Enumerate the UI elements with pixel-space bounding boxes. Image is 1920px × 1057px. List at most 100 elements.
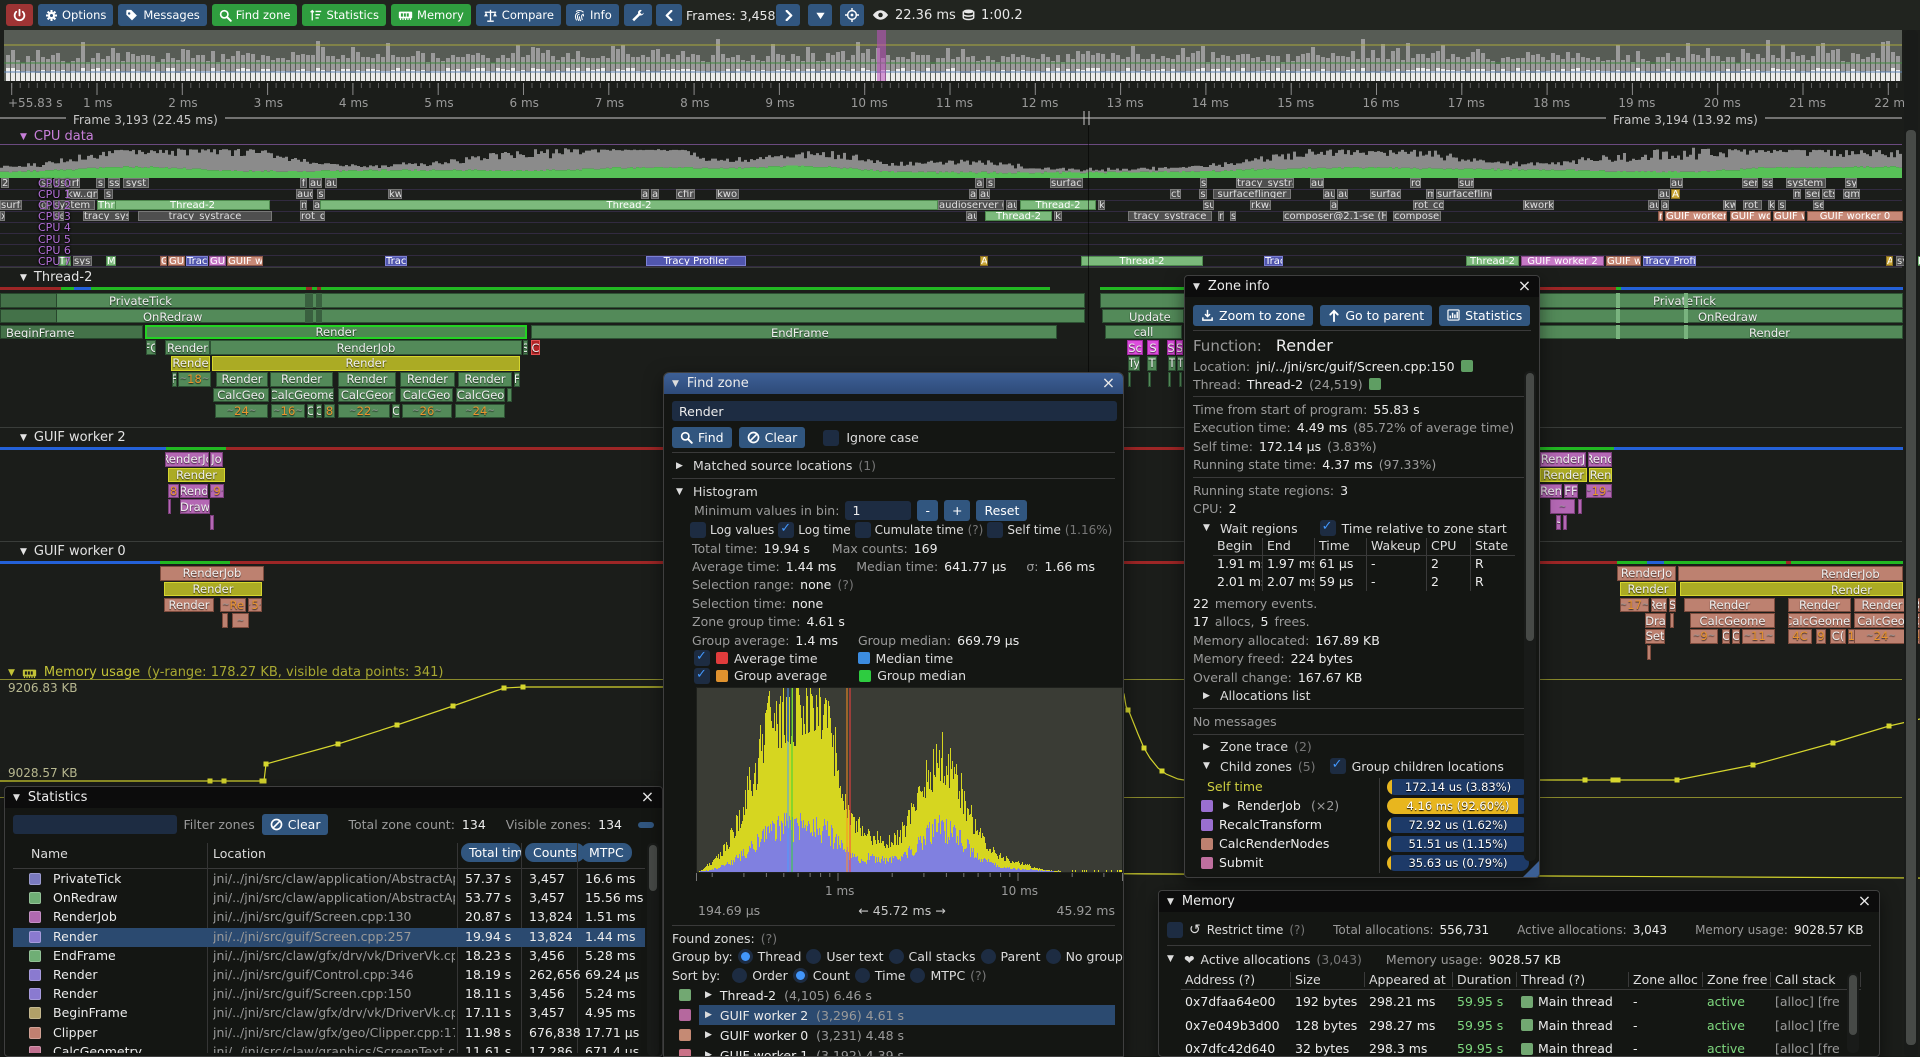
stats-row[interactable]: Renderjni/../jni/src/guif/Screen.cpp:150… [13,985,645,1004]
statistics-scrollbar[interactable] [647,843,659,1056]
timeline-scrollbar[interactable] [1904,30,1918,1057]
tree-arrow-icon[interactable]: ▼ [1167,954,1178,964]
bin-plus-button[interactable]: + [944,500,970,521]
memory-window[interactable]: ▼Memory×↺Restrict time(?)Total allocatio… [1158,890,1880,1057]
tree-arrow-icon[interactable]: ▶ [705,1030,712,1040]
memory-row[interactable]: 0x7dfc42d64032 bytes298.3 ms59.95 sMain … [1181,1037,1861,1057]
col-name-header[interactable]: Name [31,846,68,861]
go-to-parent-button[interactable]: Go to parent [1320,305,1432,326]
tree-arrow-icon[interactable]: ▶ [705,1050,712,1057]
find-button[interactable]: Find [672,427,732,448]
min-bin-input[interactable]: 1 [845,501,911,520]
resize-grip[interactable] [1523,861,1539,877]
child-zone-row[interactable]: ▶RenderJob(×2)4.16 ms (92.60%) [1193,797,1533,816]
sort-radio-time[interactable] [855,968,870,983]
find-zone-window[interactable]: ▼Find zone×RenderFindClearIgnore case▶Ma… [663,372,1124,1057]
sort-pill-counts[interactable]: Counts [525,843,585,862]
child-zone-row[interactable]: CalcRenderNodes51.51 us (1.15%) [1193,835,1533,854]
ignore-case-checkbox[interactable] [823,430,839,446]
found-zone-selectable[interactable]: ▶Thread-2(4,105) 6.46 s [699,985,1115,1005]
zone-info-window[interactable]: ▼Zone info× Zoom to zone Go to parent Stati… [1184,275,1540,878]
statistics-button[interactable]: Statistics [1439,305,1530,326]
tree-arrow-icon[interactable]: ▼ [1203,523,1214,533]
stats-row[interactable]: EndFramejni/../jni/src/claw/gfx/drv/vk/D… [13,947,645,966]
tree-arrow-icon[interactable]: ▶ [705,990,712,1000]
found-zone-row[interactable]: ▶GUIF worker 0(3,231) 4.48 s [672,1025,1115,1045]
memory-col-size[interactable]: Size [1291,972,1365,987]
stats-row[interactable]: PrivateTickjni/../jni/src/claw/applicati… [13,870,645,889]
memory-scrollbar[interactable] [1847,973,1859,1053]
child-zone-row[interactable]: RecalcTransform72.92 us (1.62%) [1193,816,1533,835]
child-zone-row[interactable]: Self time172.14 us (3.83%) [1193,778,1533,797]
group-children-checkbox[interactable] [1330,758,1346,774]
statistics-window[interactable]: ▼Statistics×Filter zonesClearTotal zone … [4,786,663,1057]
close-button[interactable]: × [1101,374,1116,392]
tree-arrow-icon[interactable]: ▶ [1203,742,1214,752]
show-gavg-checkbox[interactable] [694,668,710,684]
find-zone-titlebar[interactable]: ▼Find zone× [664,373,1123,394]
found-zone-selectable[interactable]: ▶GUIF worker 0(3,231) 4.48 s [699,1025,1115,1045]
zone-info-scrollbar[interactable] [1524,371,1536,861]
log-values-checkbox[interactable] [690,522,706,538]
wait-col-state[interactable]: State [1471,538,1511,555]
tree-arrow-icon[interactable]: ▶ [676,461,687,471]
found-zone-row[interactable]: ▶GUIF worker 1(3,192) 4.39 s [672,1045,1115,1057]
cumulate-time-checkbox[interactable] [855,522,871,538]
stats-row[interactable]: Renderjni/../jni/src/guif/Control.cpp:34… [13,966,645,985]
tree-arrow-icon[interactable]: ▶ [705,1010,712,1020]
stats-row[interactable]: BeginFramejni/../jni/src/claw/gfx/drv/vk… [13,1004,645,1023]
sort-radio-count[interactable] [793,968,808,983]
show-avg-checkbox[interactable] [694,650,710,666]
restrict-time-checkbox[interactable] [1167,922,1183,938]
clear-button[interactable]: Clear [739,427,806,448]
stats-row[interactable]: OnRedrawjni/../jni/src/claw/application/… [13,889,645,908]
memory-row[interactable]: 0x7dfaa64e00192 bytes298.21 ms59.95 sMai… [1181,990,1861,1014]
filter-input[interactable] [13,815,177,834]
close-button[interactable]: × [1517,277,1532,295]
wait-col-wakeup[interactable]: Wakeup [1367,538,1427,555]
found-zone-selectable[interactable]: ▶GUIF worker 2(3,296) 4.61 s [699,1005,1115,1025]
memory-col-appeared-at[interactable]: Appeared at [1365,972,1453,987]
memory-col-duration[interactable]: Duration [1453,972,1517,987]
stats-row[interactable]: Clipperjni/../jni/src/claw/gfx/geo/Clipp… [13,1024,645,1043]
stats-row[interactable]: RenderJobjni/../jni/src/guif/Screen.cpp:… [13,908,645,927]
scrollbar-thumb[interactable] [1906,130,1916,1045]
memory-col-zone-free[interactable]: Zone free [1703,972,1771,987]
scrollbar-thumb[interactable] [1849,975,1857,1035]
group-radio-call-stacks[interactable] [889,949,904,964]
wait-col-time[interactable]: Time [1315,538,1367,555]
log-time-checkbox[interactable] [778,522,794,538]
child-zone-row[interactable]: Submit35.63 us (0.79%) [1193,854,1533,873]
zone-info-titlebar[interactable]: ▼Zone info× [1185,276,1539,297]
reset-button[interactable]: Reset [976,500,1027,521]
zoom-to-zone-button[interactable]: Zoom to zone [1193,305,1313,326]
tree-arrow-icon[interactable]: ▶ [1223,801,1230,811]
sort-pill-totaltim[interactable]: Total tim [461,843,521,862]
tree-arrow-icon[interactable]: ▼ [1203,761,1214,771]
memory-titlebar[interactable]: ▼Memory× [1159,891,1879,912]
col-location-header[interactable]: Location [213,846,266,861]
memory-col-address[interactable]: Address (?) [1181,972,1291,987]
time-relative-checkbox[interactable] [1320,520,1336,536]
histogram-panel[interactable] [696,687,1123,873]
scrollbar-thumb[interactable] [1526,373,1534,641]
found-zone-row[interactable]: ▶GUIF worker 2(3,296) 4.61 s [672,1005,1115,1025]
stats-row[interactable]: CalcGeometryjni/../jni/src/claw/graphics… [13,1043,645,1053]
close-button[interactable]: × [1857,892,1872,910]
memory-col-thread[interactable]: Thread (?) [1517,972,1629,987]
clear-button[interactable]: Clear [262,814,329,835]
wait-col-begin[interactable]: Begin [1213,538,1263,555]
sort-radio-order[interactable] [732,968,747,983]
sort-pill-mtpc[interactable]: MTPC [581,843,632,862]
group-radio-parent[interactable] [981,949,996,964]
found-zone-row[interactable]: ▶Thread-2(4,105) 6.46 s [672,985,1115,1005]
wait-col-cpu[interactable]: CPU [1427,538,1471,555]
stats-row[interactable]: Renderjni/../jni/src/guif/Screen.cpp:257… [13,928,645,947]
memory-row[interactable]: 0x7e049b3d00128 bytes298.27 ms59.95 sMai… [1181,1014,1861,1038]
wait-col-end[interactable]: End [1263,538,1315,555]
statistics-titlebar[interactable]: ▼Statistics× [5,787,662,808]
group-radio-no-grouping[interactable] [1046,949,1061,964]
self-time-checkbox[interactable] [987,522,1003,538]
scrollbar-thumb[interactable] [649,845,657,891]
found-zone-selectable[interactable]: ▶GUIF worker 1(3,192) 4.39 s [699,1045,1115,1057]
